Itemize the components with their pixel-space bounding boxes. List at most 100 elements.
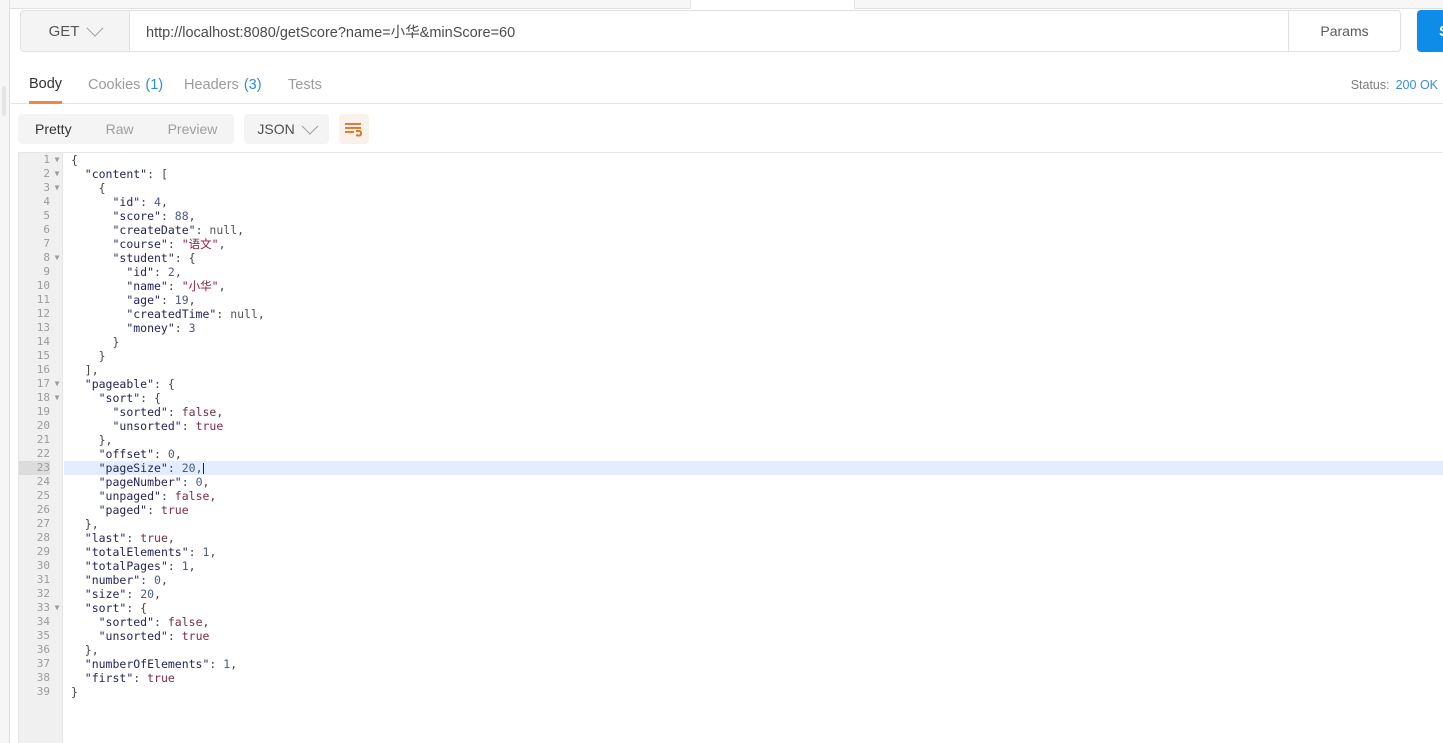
language-label: JSON [257, 121, 295, 137]
tab-headers[interactable]: Headers (3) [184, 66, 262, 104]
params-button[interactable]: Params [1288, 11, 1400, 51]
request-tab-active[interactable] [690, 0, 855, 9]
code-line[interactable]: 32 "size": 20, [37, 587, 1443, 601]
code-line[interactable]: 2 ▼ "content": [ [43, 167, 1443, 181]
fold-toggle-icon[interactable]: ▼ [53, 391, 61, 405]
code-line[interactable]: 24 "pageNumber": 0, [37, 475, 1443, 489]
code-line[interactable]: 31 "number": 0, [37, 573, 1443, 587]
code-line[interactable]: 35 "unsorted": true [37, 629, 1443, 643]
code-line[interactable]: 5 "score": 88, [43, 209, 1443, 223]
code-line[interactable]: 27 }, [37, 517, 1443, 531]
code-line[interactable]: 38 "first": true [37, 671, 1443, 685]
code-line[interactable]: 8 ▼ "student": { [43, 251, 1443, 265]
code-line[interactable]: 25 "unpaged": false, [37, 489, 1443, 503]
token-k: "size" [84, 587, 127, 601]
code-line[interactable]: 6 "createDate": null, [43, 223, 1443, 237]
code-line[interactable]: 30 "totalPages": 1, [37, 559, 1443, 573]
code-line[interactable]: 22 "offset": 0, [37, 447, 1443, 461]
params-label: Params [1320, 23, 1369, 39]
code-text: { [64, 181, 106, 195]
code-line[interactable]: 9 "id": 2, [43, 265, 1443, 279]
code-line[interactable]: 12 "createdTime": null, [37, 307, 1443, 321]
code-line[interactable]: 21 }, [37, 433, 1443, 447]
code-line[interactable]: 23 "pageSize": 20, [19, 461, 1443, 475]
tab-cookies[interactable]: Cookies (1) [88, 66, 163, 104]
token-k: "sort" [84, 601, 127, 615]
code-line[interactable]: 29 "totalElements": 1, [37, 545, 1443, 559]
sidebar-resize-handle[interactable] [2, 86, 6, 116]
token-nul: null [209, 223, 238, 237]
line-number: 16 [36, 363, 50, 376]
token-k: "unpaged" [98, 489, 161, 503]
fold-toggle-icon[interactable]: ▼ [53, 181, 61, 195]
code-text: } [64, 349, 106, 363]
line-number: 14 [36, 335, 50, 348]
view-mode-pretty[interactable]: Pretty [18, 114, 89, 144]
token-p: , [216, 405, 224, 419]
send-button[interactable]: Send [1417, 10, 1443, 52]
code-line[interactable]: 37 "numberOfElements": 1, [37, 657, 1443, 671]
code-text: "score": 88, [64, 209, 195, 223]
fold-toggle-icon[interactable]: ▼ [53, 377, 61, 391]
code-text: "unpaged": false, [64, 489, 217, 503]
view-mode-preview[interactable]: Preview [151, 114, 235, 144]
code-line[interactable]: 18 ▼ "sort": { [37, 391, 1443, 405]
code-line[interactable]: 26 "paged": true [37, 503, 1443, 517]
token-p: , [218, 279, 226, 293]
code-line[interactable]: 4 "id": 4, [43, 195, 1443, 209]
token-p: , [167, 531, 175, 545]
fold-toggle-icon[interactable]: ▼ [53, 251, 61, 265]
code-line[interactable]: 16 ], [37, 363, 1443, 377]
tab-body[interactable]: Body [29, 66, 63, 104]
token-p: , [188, 293, 196, 307]
code-line[interactable]: 11 "age": 19, [37, 293, 1443, 307]
response-tabs: Body Cookies (1) Headers (3) Tests Status: 20… [11, 66, 1443, 104]
code-text: "number": 0, [64, 573, 168, 587]
token-n: 19 [174, 293, 189, 307]
token-s: "小华" [181, 279, 219, 293]
code-line[interactable]: 14 } [37, 335, 1443, 349]
fold-toggle-icon[interactable]: ▼ [53, 601, 61, 615]
line-number: 15 [36, 349, 50, 362]
collapsed-sidebar[interactable] [0, 0, 10, 743]
fold-toggle-icon[interactable]: ▼ [53, 153, 61, 167]
tab-tests[interactable]: Tests [288, 66, 322, 104]
code-line[interactable]: 17 ▼ "pageable": { [37, 377, 1443, 391]
code-text: "totalElements": 1, [64, 545, 217, 559]
code-content[interactable]: 1 ▼ {2 ▼ "content": [3 ▼ {4 "id": 4, 5 "scor… [19, 153, 1443, 743]
code-line[interactable]: 33 ▼ "sort": { [37, 601, 1443, 615]
code-text: "createdTime": null, [64, 307, 265, 321]
code-line[interactable]: 10 "name": "小华", [37, 279, 1443, 293]
token-p: , [209, 545, 217, 559]
code-line[interactable]: 13 "money": 3 [37, 321, 1443, 335]
tab-count-badge: (1) [145, 77, 164, 93]
view-mode-raw[interactable]: Raw [89, 114, 151, 144]
code-line[interactable]: 34 "sorted": false, [37, 615, 1443, 629]
code-line[interactable]: 36 }, [37, 643, 1443, 657]
token-n: 2 [167, 265, 175, 279]
url-input[interactable]: http://localhost:8080/getScore?name=小华&m… [130, 11, 1288, 51]
code-line[interactable]: 28 "last": true, [37, 531, 1443, 545]
code-line[interactable]: 7 "course": "语文", [43, 237, 1443, 251]
token-k: "pageable" [84, 377, 155, 391]
code-line[interactable]: 39 } [37, 685, 1443, 699]
line-number: 27 [36, 517, 50, 530]
token-k: "id" [112, 195, 141, 209]
code-line[interactable]: 1 ▼ { [43, 153, 1443, 167]
line-number: 36 [36, 643, 50, 656]
code-line[interactable]: 3 ▼ { [43, 181, 1443, 195]
code-line[interactable]: 15 } [37, 349, 1443, 363]
response-body-editor[interactable]: 1 ▼ {2 ▼ "content": [3 ▼ {4 "id": 4, 5 "scor… [18, 152, 1443, 743]
http-method-select[interactable]: GET [21, 11, 130, 51]
code-text: }, [64, 643, 99, 657]
fold-toggle-icon[interactable]: ▼ [53, 167, 61, 181]
code-text: "name": "小华", [64, 279, 226, 293]
line-number: 37 [36, 657, 50, 670]
language-select[interactable]: JSON [244, 114, 329, 144]
request-tab-strip[interactable] [10, 0, 1443, 9]
token-p: , [218, 237, 226, 251]
code-line[interactable]: 20 "unsorted": true [37, 419, 1443, 433]
code-text: "size": 20, [64, 587, 161, 601]
code-line[interactable]: 19 "sorted": false, [37, 405, 1443, 419]
word-wrap-icon[interactable] [338, 114, 369, 144]
